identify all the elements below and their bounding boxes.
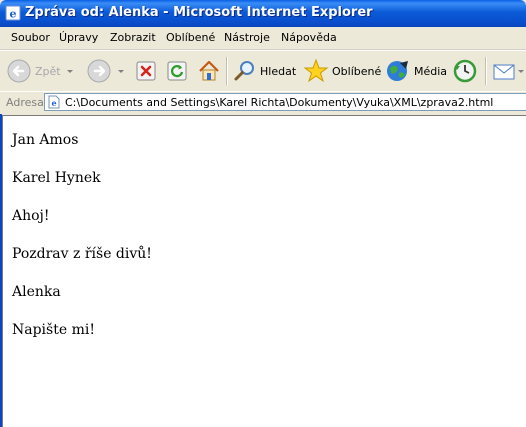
browser-window: e Zpráva od: Alenka - Microsoft Internet…	[0, 0, 526, 427]
content-line: Napište mi!	[12, 322, 95, 338]
menu-help[interactable]: Nápověda	[279, 30, 339, 45]
window-title: Zpráva od: Alenka - Microsoft Internet E…	[25, 5, 373, 20]
menu-tools[interactable]: Nástroje	[222, 30, 272, 45]
mail-envelope-icon	[493, 64, 515, 80]
menu-favorites[interactable]: Oblíbené	[164, 30, 217, 45]
favorites-label: Oblíbené	[332, 64, 382, 78]
toolbar: Zpět Hledat Oblíbené Média	[0, 50, 526, 92]
home-icon	[199, 60, 219, 81]
forward-arrow-icon	[87, 59, 111, 83]
svg-text:e: e	[51, 98, 56, 108]
history-button[interactable]	[452, 54, 478, 88]
menu-view[interactable]: Zobrazit	[108, 30, 158, 45]
page-icon: e	[48, 95, 60, 109]
home-button[interactable]	[197, 54, 221, 88]
history-clock-icon	[453, 59, 477, 83]
menu-edit[interactable]: Úpravy	[57, 30, 100, 45]
svg-text:e: e	[10, 8, 17, 21]
media-button[interactable]: Média	[385, 54, 447, 88]
address-bar: Adresa e C:\Documents and Settings\Karel…	[0, 91, 526, 114]
media-globe-icon	[387, 61, 408, 81]
address-input[interactable]: e C:\Documents and Settings\Karel Richta…	[44, 93, 526, 111]
forward-button[interactable]	[86, 54, 124, 88]
page-content: Jan Amos Karel Hynek Ahoj! Pozdrav z říš…	[2, 115, 526, 427]
search-button[interactable]: Hledat	[233, 54, 296, 88]
refresh-icon	[167, 61, 187, 81]
toolbar-separator	[226, 57, 228, 85]
favorites-button[interactable]: Oblíbené	[303, 54, 381, 88]
content-line: Pozdrav z říše divů!	[12, 246, 152, 262]
stop-icon	[136, 61, 156, 81]
star-icon	[303, 58, 329, 83]
address-label: Adresa	[6, 96, 44, 109]
back-button[interactable]: Zpět	[6, 54, 73, 88]
back-dropdown-icon[interactable]	[66, 69, 73, 73]
content-line: Karel Hynek	[12, 170, 101, 186]
refresh-button[interactable]	[166, 54, 188, 88]
content-line: Ahoj!	[12, 208, 50, 224]
ie-logo-icon: e	[5, 5, 21, 21]
content-line: Alenka	[12, 284, 61, 300]
back-label: Zpět	[35, 64, 61, 78]
mail-button[interactable]	[492, 54, 524, 88]
toolbar-separator	[485, 57, 487, 85]
mail-dropdown-icon[interactable]	[518, 69, 524, 73]
media-label: Média	[414, 64, 448, 78]
search-icon	[234, 61, 254, 81]
address-url: C:\Documents and Settings\Karel Richta\D…	[65, 96, 494, 109]
menu-bar: Soubor Úpravy Zobrazit Oblíbené Nástroje…	[0, 27, 526, 50]
forward-dropdown-icon[interactable]	[118, 69, 124, 73]
search-label: Hledat	[260, 64, 297, 78]
menu-file[interactable]: Soubor	[9, 30, 52, 45]
back-arrow-icon	[7, 59, 31, 83]
content-line: Jan Amos	[12, 132, 79, 148]
stop-button[interactable]	[135, 54, 157, 88]
title-bar[interactable]: e Zpráva od: Alenka - Microsoft Internet…	[0, 0, 526, 27]
